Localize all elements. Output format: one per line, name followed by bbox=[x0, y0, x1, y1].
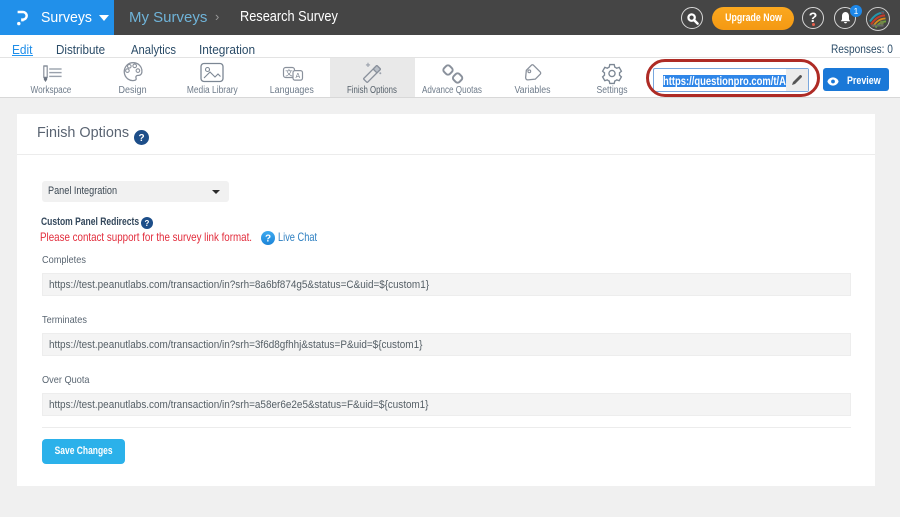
svg-text:文: 文 bbox=[285, 68, 293, 78]
svg-text:?: ? bbox=[138, 133, 144, 144]
svg-text:?: ? bbox=[265, 234, 271, 245]
svg-text:?: ? bbox=[145, 219, 150, 228]
svg-text:A: A bbox=[295, 73, 300, 80]
